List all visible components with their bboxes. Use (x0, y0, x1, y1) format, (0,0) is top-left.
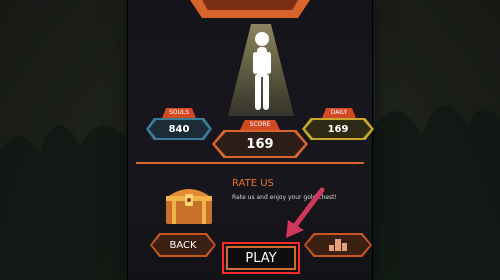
daily-value: 169 (327, 123, 349, 135)
back-button[interactable]: BACK (150, 233, 216, 257)
play-button-label: PLAY (245, 250, 277, 266)
leaderboard-icon (329, 239, 347, 251)
daily-label: DAILY (322, 108, 356, 118)
back-button-label: BACK (169, 239, 197, 251)
score-counter: 169 (212, 130, 308, 158)
treasure-chest-icon[interactable] (162, 178, 216, 226)
arrow-pointer-icon (286, 187, 325, 238)
daily-counter: 169 (302, 118, 374, 140)
score-value: 169 (246, 136, 274, 152)
play-button[interactable]: PLAY (226, 246, 296, 270)
souls-value: 840 (168, 123, 190, 135)
stickman-icon (253, 32, 271, 110)
souls-label: SOULS (162, 108, 196, 118)
panel-top-tab-inner (202, 0, 298, 10)
panel-divider (136, 162, 364, 164)
rate-us-title[interactable]: RATE US (232, 178, 274, 189)
score-label: SCORE (240, 120, 280, 130)
souls-counter: 840 (146, 118, 212, 140)
